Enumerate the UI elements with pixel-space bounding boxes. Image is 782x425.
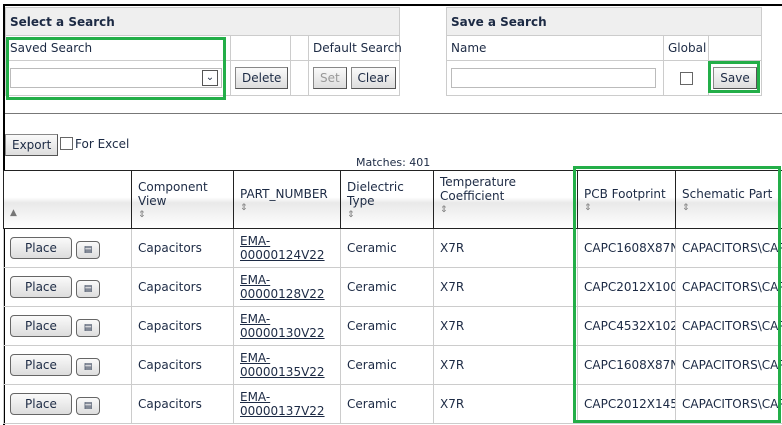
column-header-actions[interactable]: ▲: [3, 170, 132, 229]
select-search-title: Select a Search: [4, 7, 401, 36]
sort-icon[interactable]: ⇕: [584, 203, 669, 213]
part-number-link[interactable]: EMA- 00000135V22: [240, 351, 325, 379]
sort-icon[interactable]: ⇕: [138, 210, 227, 220]
search-name-input[interactable]: [451, 68, 656, 88]
schematic-part-cell: CAPACITORS\CAP: [675, 267, 782, 307]
chevron-down-icon[interactable]: ⌄: [202, 70, 218, 86]
name-label: Name: [446, 35, 664, 61]
sort-icon[interactable]: ⇕: [347, 210, 427, 220]
global-checkbox[interactable]: [679, 72, 693, 85]
component-view-cell: Capacitors: [131, 267, 234, 307]
column-header-temperature-coefficient[interactable]: Temperature Coefficient ⇕: [433, 170, 578, 229]
select-search-panel: Select a Search Saved Search Default Sear…: [4, 7, 402, 96]
table-row: Place ▤ Capacitors EMA- 00000124V22 Ceram…: [3, 228, 782, 268]
place-button[interactable]: Place: [10, 237, 72, 259]
results-table: ▲ Component View ⇕ PART_NUMBER ⇕ Dielectri…: [3, 170, 782, 424]
column-header-component-view[interactable]: Component View ⇕: [131, 170, 234, 229]
for-excel-label: For Excel: [75, 137, 130, 151]
place-button[interactable]: Place: [10, 393, 72, 415]
sort-icon[interactable]: ⇕: [440, 205, 571, 215]
image-icon[interactable]: ▤: [75, 280, 101, 298]
set-button[interactable]: Set: [313, 67, 347, 89]
saved-search-label: Saved Search: [5, 35, 231, 61]
default-search-label: Default Search: [307, 35, 402, 61]
schematic-part-cell: CAPACITORS\CAP: [675, 228, 782, 268]
dielectric-cell: Ceramic: [340, 345, 434, 385]
part-number-link[interactable]: EMA- 00000124V22: [240, 234, 325, 262]
temperature-cell: X7R: [433, 267, 578, 307]
save-button[interactable]: Save: [713, 67, 757, 89]
schematic-part-cell: CAPACITORS\CAP: [675, 384, 782, 424]
dielectric-cell: Ceramic: [340, 306, 434, 346]
pcb-footprint-cell: CAPC4532X102N: [577, 306, 676, 346]
component-view-cell: Capacitors: [131, 306, 234, 346]
for-excel-checkbox[interactable]: [60, 137, 73, 150]
column-header-part-number[interactable]: PART_NUMBER ⇕: [233, 170, 341, 229]
dielectric-cell: Ceramic: [340, 384, 434, 424]
column-header-pcb-footprint[interactable]: PCB Footprint ⇕: [577, 170, 676, 229]
save-search-panel: Save a Search Name Global Save: [445, 7, 763, 96]
delete-button[interactable]: Delete: [235, 67, 289, 89]
part-number-link[interactable]: EMA- 00000130V22: [240, 312, 325, 340]
save-search-title: Save a Search: [445, 7, 763, 36]
clear-button[interactable]: Clear: [350, 67, 396, 89]
schematic-part-cell: CAPACITORS\CAP: [675, 306, 782, 346]
image-icon[interactable]: ▤: [75, 241, 101, 259]
image-icon[interactable]: ▤: [75, 358, 101, 376]
place-button[interactable]: Place: [10, 276, 72, 298]
column-header-schematic-part[interactable]: Schematic Part ⇕: [675, 170, 782, 229]
component-view-cell: Capacitors: [131, 384, 234, 424]
sort-icon[interactable]: ⇕: [240, 203, 334, 213]
component-view-cell: Capacitors: [131, 228, 234, 268]
matches-count: Matches: 401: [356, 156, 431, 169]
table-row: Place ▤ Capacitors EMA- 00000128V22 Ceram…: [3, 267, 782, 307]
pcb-footprint-cell: CAPC1608X87N: [577, 345, 676, 385]
image-icon[interactable]: ▤: [75, 319, 101, 337]
column-header-dielectric-type[interactable]: Dielectric Type ⇕: [340, 170, 434, 229]
global-label: Global: [663, 35, 709, 61]
table-row: Place ▤ Capacitors EMA- 00000130V22 Ceram…: [3, 306, 782, 346]
part-number-link[interactable]: EMA- 00000128V22: [240, 273, 325, 301]
divider: [5, 113, 782, 114]
temperature-cell: X7R: [433, 306, 578, 346]
sort-up-icon[interactable]: ▲: [10, 208, 125, 218]
table-row: Place ▤ Capacitors EMA- 00000137V22 Ceram…: [3, 384, 782, 424]
schematic-part-cell: CAPACITORS\CAP: [675, 345, 782, 385]
dielectric-cell: Ceramic: [340, 267, 434, 307]
pcb-footprint-cell: CAPC2012X100N: [577, 267, 676, 307]
component-view-cell: Capacitors: [131, 345, 234, 385]
saved-search-select[interactable]: ⌄: [10, 68, 222, 88]
pcb-footprint-cell: CAPC1608X87N: [577, 228, 676, 268]
temperature-cell: X7R: [433, 228, 578, 268]
sort-icon[interactable]: ⇕: [682, 203, 776, 213]
temperature-cell: X7R: [433, 384, 578, 424]
table-row: Place ▤ Capacitors EMA- 00000135V22 Ceram…: [3, 345, 782, 385]
pcb-footprint-cell: CAPC2012X145N: [577, 384, 676, 424]
image-icon[interactable]: ▤: [75, 397, 101, 415]
part-number-link[interactable]: EMA- 00000137V22: [240, 390, 325, 418]
place-button[interactable]: Place: [10, 315, 72, 337]
dielectric-cell: Ceramic: [340, 228, 434, 268]
place-button[interactable]: Place: [10, 354, 72, 376]
export-button[interactable]: Export: [5, 134, 59, 156]
temperature-cell: X7R: [433, 345, 578, 385]
